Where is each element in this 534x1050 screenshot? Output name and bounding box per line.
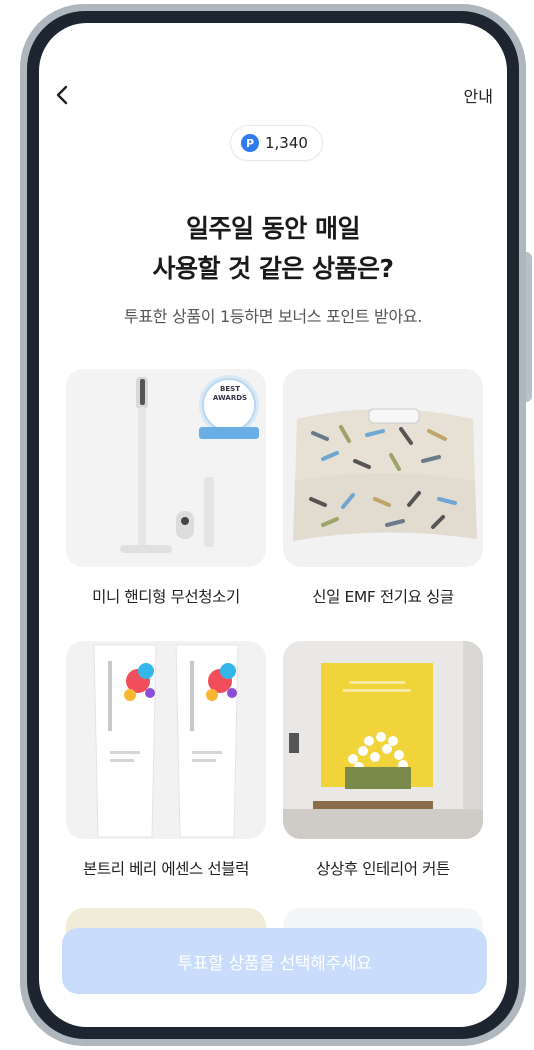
badge-line-2: AWARDS [212, 394, 248, 402]
product-label: 신일 EMF 전기요 싱글 [312, 588, 454, 606]
product-card-curtain[interactable]: 상상후 인테리어 커튼 [283, 641, 483, 879]
title-line-2: 사용할 것 같은 상품은? [152, 254, 394, 283]
vacuum-image: BEST AWARDS [66, 369, 266, 567]
product-label: 상상후 인테리어 커튼 [316, 860, 450, 878]
points-badge: P 1,340 [230, 125, 323, 161]
product-card-vacuum[interactable]: BEST AWARDS 미니 핸디형 무선청소기 [66, 369, 266, 607]
screen: 안내 P 1,340 일주일 동안 매일 사용할 것 같은 상품은? 투표한 상… [39, 23, 507, 1027]
subtitle: 투표한 상품이 1등하면 보너스 포인트 받아요. [123, 307, 423, 326]
product-label: 미니 핸디형 무선청소기 [92, 588, 240, 606]
product-card-blanket[interactable]: 신일 EMF 전기요 싱글 [283, 369, 483, 607]
help-link[interactable]: 안내 [464, 83, 493, 107]
product-label: 본트리 베리 에센스 선블럭 [82, 860, 250, 878]
points-icon: P [241, 134, 259, 152]
badge-line-1: BEST [220, 385, 240, 393]
title-line-1: 일주일 동안 매일 [186, 214, 360, 243]
chevron-left-icon[interactable] [54, 83, 72, 107]
points-value: 1,340 [265, 134, 308, 152]
sunblock-image [66, 641, 266, 839]
product-card-sunblock[interactable]: 본트리 베리 에센스 선블럭 [66, 641, 266, 879]
curtain-image [283, 641, 483, 839]
vote-button[interactable]: 투표할 상품을 선택해주세요 [62, 928, 487, 994]
electric-blanket-image [283, 369, 483, 567]
page-title: 일주일 동안 매일 사용할 것 같은 상품은? [39, 209, 507, 289]
